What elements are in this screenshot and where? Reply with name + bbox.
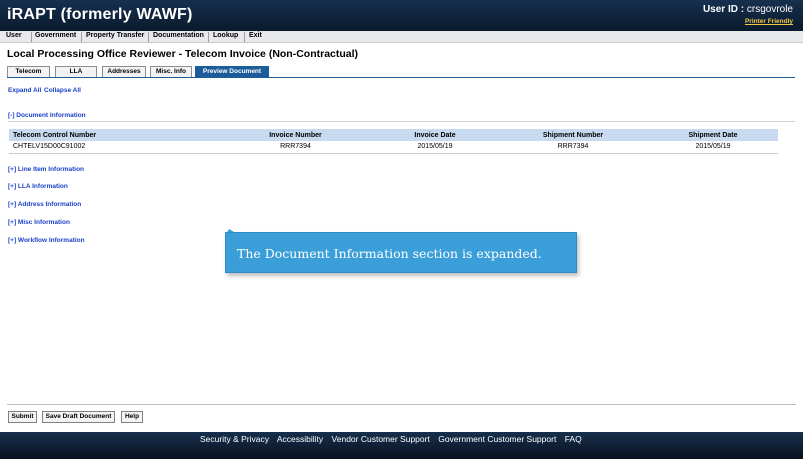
menu-exit[interactable]: Exit [249,32,262,39]
table-cell: RRR7394 [219,141,372,154]
footer-links: Security & Privacy Accessibility Vendor … [200,434,588,444]
user-id-value: crsgovrole [746,4,793,15]
footer-link-government-support[interactable]: Government Customer Support [438,434,556,444]
collapse-all-link[interactable]: Collapse All [44,87,81,94]
menu-lookup[interactable]: Lookup [213,32,238,39]
table-row: CHTELV15D00C91002 RRR7394 2015/05/19 RRR… [9,141,778,154]
menu-separator [244,32,245,42]
menu-bar: User Government Property Transfer Docume… [0,31,803,43]
user-id: User ID : crsgovrole [703,4,793,15]
callout-text: The Document Information section is expa… [237,246,542,261]
column-header: Invoice Number [219,129,372,141]
footer-link-vendor-support[interactable]: Vendor Customer Support [332,434,430,444]
column-header: Invoice Date [372,129,498,141]
table-cell: CHTELV15D00C91002 [9,141,219,154]
help-button[interactable]: Help [121,411,143,423]
app-title: iRAPT (formerly WAWF) [7,6,193,23]
table-cell: RRR7394 [498,141,648,154]
tab-divider [7,77,795,78]
table-cell: 2015/05/19 [372,141,498,154]
header-bar: iRAPT (formerly WAWF) User ID : crsgovro… [0,0,803,31]
document-information-toggle[interactable]: [-] Document Information [8,112,86,119]
section-divider [8,121,795,122]
menu-property-transfer[interactable]: Property Transfer [86,32,144,39]
menu-separator [31,32,32,42]
column-header: Shipment Date [648,129,778,141]
misc-information-toggle[interactable]: [+] Misc Information [8,219,70,226]
page: iRAPT (formerly WAWF) User ID : crsgovro… [0,0,803,459]
address-information-toggle[interactable]: [+] Address Information [8,201,81,208]
table-cell: 2015/05/19 [648,141,778,154]
lla-information-toggle[interactable]: [+] LLA Information [8,183,68,190]
page-title: Local Processing Office Reviewer - Telec… [7,48,359,60]
menu-user[interactable]: User [6,32,22,39]
column-header: Shipment Number [498,129,648,141]
tutorial-callout: The Document Information section is expa… [225,232,577,273]
footer-link-security-privacy[interactable]: Security & Privacy [200,434,269,444]
workflow-information-toggle[interactable]: [+] Workflow Information [8,237,85,244]
footer-link-faq[interactable]: FAQ [565,434,582,444]
printer-friendly-link[interactable]: Printer Friendly [745,18,793,25]
bottom-divider [7,404,796,405]
line-item-information-toggle[interactable]: [+] Line Item Information [8,166,84,173]
menu-documentation[interactable]: Documentation [153,32,204,39]
column-header: Telecom Control Number [9,129,219,141]
menu-separator [208,32,209,42]
menu-separator [81,32,82,42]
table-header-row: Telecom Control Number Invoice Number In… [9,129,778,141]
save-draft-document-button[interactable]: Save Draft Document [42,411,115,423]
menu-government[interactable]: Government [35,32,76,39]
submit-button[interactable]: Submit [8,411,37,423]
footer-bar: Security & Privacy Accessibility Vendor … [0,432,803,459]
document-information-table: Telecom Control Number Invoice Number In… [9,129,778,154]
user-id-label: User ID : [702,4,745,15]
menu-separator [148,32,149,42]
footer-link-accessibility[interactable]: Accessibility [277,434,323,444]
expand-all-link[interactable]: Expand All [8,87,41,94]
